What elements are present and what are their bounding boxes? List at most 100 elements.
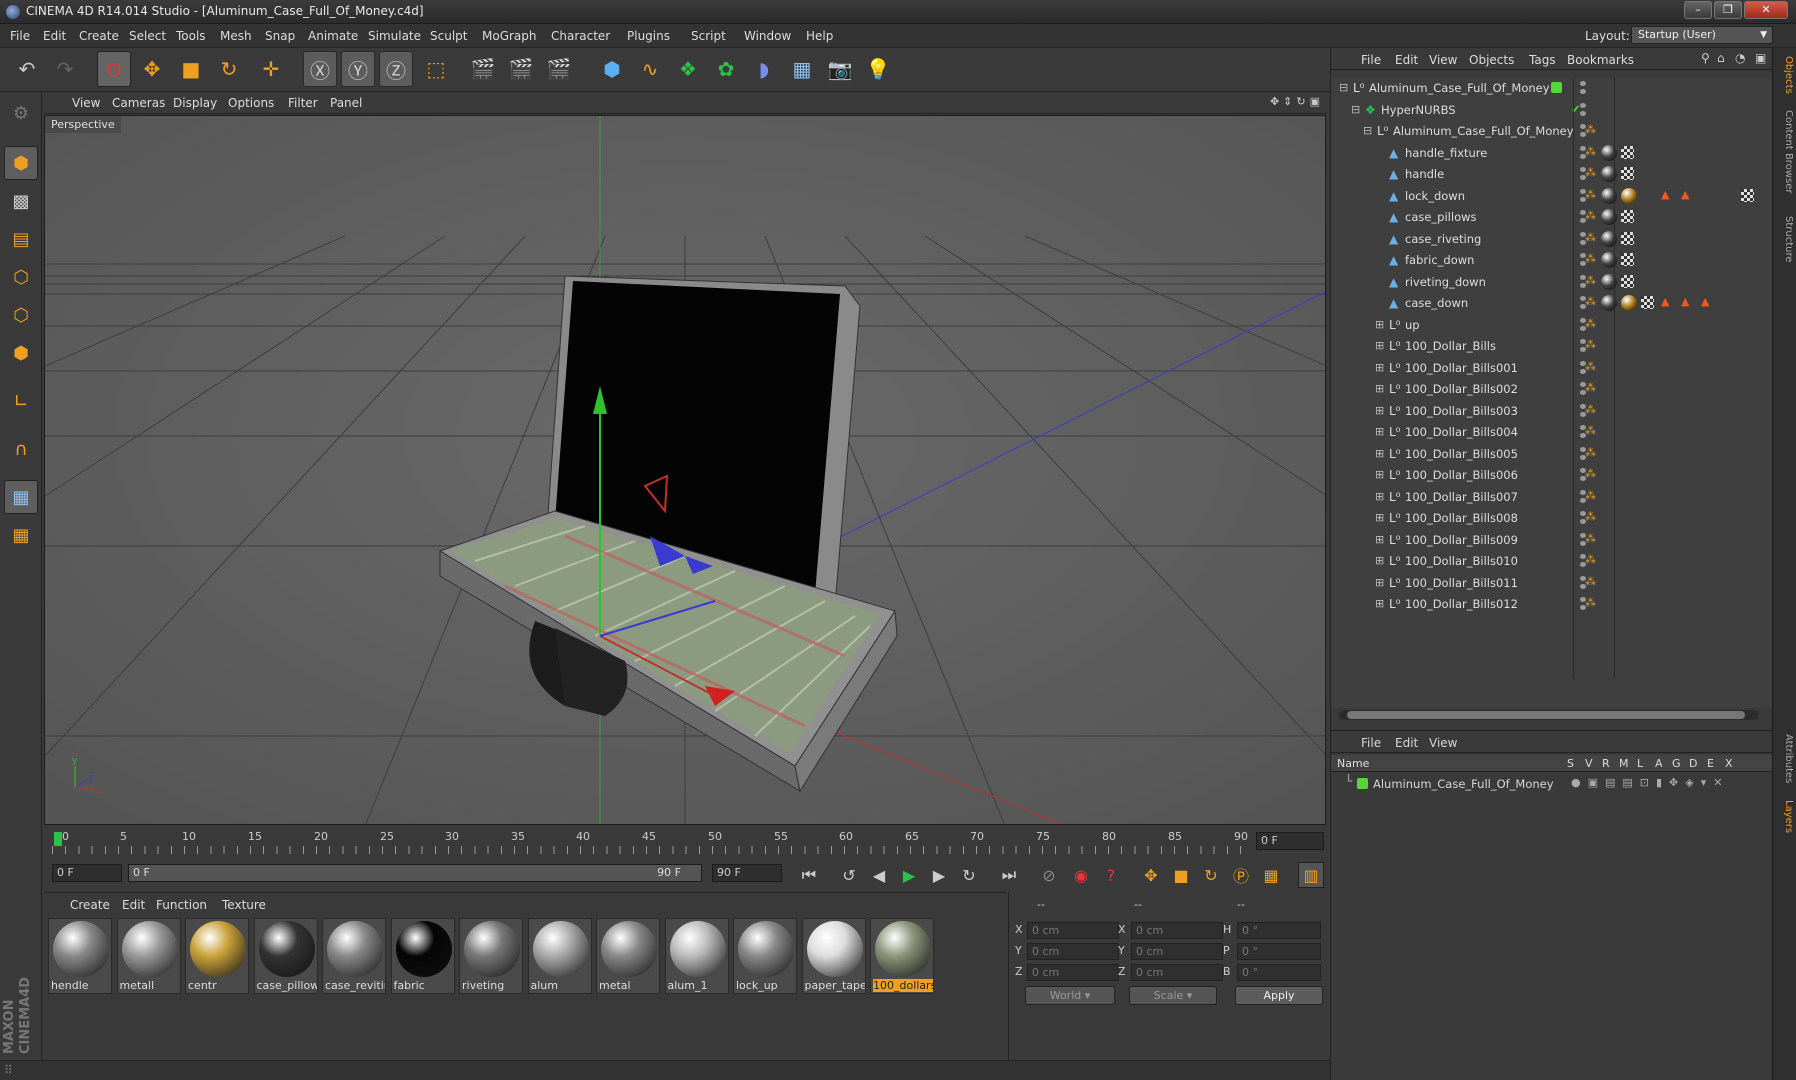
expand-toggle-icon[interactable]: ⊞ (1375, 404, 1384, 417)
phong-tag-icon[interactable]: ⁂ (1585, 252, 1596, 265)
menu-snap[interactable]: Snap (265, 29, 295, 43)
locked-workplane-button[interactable]: ▦ (4, 518, 38, 552)
polygons-mode-button[interactable]: ⬢ (4, 336, 38, 370)
expand-toggle-icon[interactable]: ⊞ (1375, 554, 1384, 567)
timeline-ruler[interactable]: 0 5 10 15 20 25 30 35 40 45 50 55 60 65 … (44, 828, 1326, 858)
material-swatch[interactable]: fabric (390, 918, 455, 994)
menu-window[interactable]: Window (744, 29, 791, 43)
object-name[interactable]: 100_Dollar_Bills003 (1405, 404, 1518, 418)
object-row[interactable]: ⊞ L⁰ 100_Dollar_Bills001 ⁂ (1331, 358, 1773, 379)
menu-simulate[interactable]: Simulate (368, 29, 421, 43)
coordinate-system-button[interactable]: ⬚ (419, 51, 453, 87)
object-row[interactable]: ▲ case_pillows ⁂ (1331, 207, 1773, 228)
menu-sculpt[interactable]: Sculpt (430, 29, 467, 43)
texture-mode-button[interactable]: ▩ (4, 184, 38, 218)
y-axis-button[interactable]: Ⓨ (341, 51, 375, 87)
material-swatch[interactable]: case_revitir (322, 918, 386, 994)
expand-toggle-icon[interactable]: ⊞ (1375, 511, 1384, 524)
uvw-tag-icon[interactable] (1621, 210, 1634, 223)
size-x-field[interactable]: 0 cm (1131, 922, 1223, 939)
layer-menu-edit[interactable]: Edit (1395, 736, 1418, 750)
expand-toggle-icon[interactable]: ⊞ (1375, 382, 1384, 395)
material-swatch[interactable]: lock_up (733, 918, 797, 994)
position-y-field[interactable]: 0 cm (1027, 943, 1119, 960)
filter-icon[interactable]: ◔ (1735, 51, 1745, 65)
obj-menu-edit[interactable]: Edit (1395, 53, 1418, 67)
vp-menu-options[interactable]: Options (228, 96, 274, 110)
move-tool-button[interactable]: ✥ (135, 51, 169, 87)
expand-toggle-icon[interactable]: ⊞ (1375, 447, 1384, 460)
object-row[interactable]: ⊟ L⁰ Aluminum_Case_Full_Of_Money ⁂ (1331, 121, 1773, 142)
floor-button[interactable]: ▦ (785, 51, 819, 87)
scale-tool-button[interactable]: ■ (174, 51, 208, 87)
apply-button[interactable]: Apply (1235, 986, 1323, 1005)
expand-toggle-icon[interactable]: ⊞ (1375, 468, 1384, 481)
menu-file[interactable]: File (10, 29, 30, 43)
object-row[interactable]: ▲ handle_fixture ⁂ (1331, 143, 1773, 164)
object-row[interactable]: ⊞ L⁰ 100_Dollar_Bills006 ⁂ (1331, 465, 1773, 486)
material-swatch[interactable]: paper_tape (801, 918, 866, 994)
phong-tag-icon[interactable]: ⁂ (1585, 274, 1596, 287)
object-row[interactable]: ⊞ L⁰ up ⁂ (1331, 315, 1773, 336)
material-swatch[interactable]: centr (185, 918, 249, 994)
selection-tag-icon[interactable]: ▲ (1661, 295, 1669, 308)
col-x[interactable]: X (1725, 757, 1733, 770)
phong-tag-icon[interactable]: ⁂ (1585, 123, 1596, 136)
close-button[interactable]: ✕ (1744, 1, 1788, 19)
home-icon[interactable]: ⌂ (1717, 51, 1725, 65)
phong-tag-icon[interactable]: ⁂ (1585, 338, 1596, 351)
array-button[interactable]: ✿ (709, 51, 743, 87)
object-name[interactable]: riveting_down (1405, 275, 1486, 289)
uvw-tag-icon[interactable] (1621, 274, 1634, 288)
layer-flags[interactable]: ●▣▤▤⊡▮✥◈▾✕ (1571, 776, 1729, 789)
position-x-field[interactable]: 0 cm (1027, 922, 1119, 939)
object-row[interactable]: ⊞ L⁰ 100_Dollar_Bills012 ⁂ (1331, 594, 1773, 615)
edges-mode-button[interactable]: ⬡ (4, 298, 38, 332)
rotation-b-field[interactable]: 0 ° (1237, 964, 1321, 981)
layout-select[interactable]: Startup (User) ▼ (1631, 26, 1773, 44)
obj-menu-objects[interactable]: Objects (1469, 53, 1514, 67)
vp-menu-view[interactable]: View (72, 96, 100, 110)
position-z-field[interactable]: 0 cm (1027, 964, 1119, 981)
layer-row[interactable]: └ Aluminum_Case_Full_Of_Money ●▣▤▤⊡▮✥◈▾✕ (1331, 774, 1773, 793)
side-tab-objects[interactable]: Objects (1776, 56, 1794, 94)
object-name[interactable]: 100_Dollar_Bills010 (1405, 554, 1518, 568)
menu-help[interactable]: Help (806, 29, 833, 43)
phong-tag-icon[interactable]: ⁂ (1585, 381, 1596, 394)
col-d[interactable]: D (1689, 757, 1697, 770)
obj-menu-bookmarks[interactable]: Bookmarks (1567, 53, 1634, 67)
visibility-dots-icon[interactable] (1579, 81, 1587, 95)
menu-mesh[interactable]: Mesh (220, 29, 252, 43)
render-view-button[interactable]: 🎬 (466, 51, 500, 87)
vp-menu-filter[interactable]: Filter (288, 96, 318, 110)
object-row[interactable]: ⊞ L⁰ 100_Dollar_Bills010 ⁂ (1331, 551, 1773, 572)
vp-menu-panel[interactable]: Panel (330, 96, 362, 110)
object-row[interactable]: ⊞ L⁰ 100_Dollar_Bills002 ⁂ (1331, 379, 1773, 400)
expand-toggle-icon[interactable]: ⊞ (1375, 361, 1384, 374)
object-name[interactable]: 100_Dollar_Bills012 (1405, 597, 1518, 611)
object-name[interactable]: 100_Dollar_Bills001 (1405, 361, 1518, 375)
object-row[interactable]: ⊞ L⁰ 100_Dollar_Bills011 ⁂ (1331, 573, 1773, 594)
col-l[interactable]: L (1637, 757, 1643, 770)
object-row[interactable]: ▲ riveting_down ⁂ (1331, 272, 1773, 293)
size-y-field[interactable]: 0 cm (1131, 943, 1223, 960)
object-row[interactable]: ▲ case_riveting ⁂ (1331, 229, 1773, 250)
snap-button[interactable]: ∩ (4, 432, 38, 466)
selection-tag-icon[interactable]: ▲ (1661, 188, 1669, 201)
uvw-tag-icon[interactable] (1621, 167, 1634, 180)
phong-tag-icon[interactable]: ⁂ (1585, 295, 1596, 308)
phong-tag-icon[interactable]: ⁂ (1585, 166, 1596, 179)
phong-tag-icon[interactable]: ⁂ (1585, 510, 1596, 523)
col-a[interactable]: A (1655, 757, 1663, 770)
material-swatch[interactable]: alum (527, 918, 592, 994)
uvw-tag-icon[interactable] (1741, 188, 1754, 202)
layer-color-swatch[interactable] (1357, 778, 1368, 789)
phong-tag-icon[interactable]: ⁂ (1585, 446, 1596, 459)
phong-tag-icon[interactable]: ⁂ (1585, 360, 1596, 373)
timeline-window-button[interactable]: ▥ (1298, 862, 1324, 888)
material-swatch[interactable]: metal (596, 918, 660, 994)
obj-menu-tags[interactable]: Tags (1529, 53, 1556, 67)
material-tag-icon[interactable] (1621, 187, 1637, 204)
mat-menu-create[interactable]: Create (70, 898, 110, 912)
phong-tag-icon[interactable]: ⁂ (1585, 575, 1596, 588)
